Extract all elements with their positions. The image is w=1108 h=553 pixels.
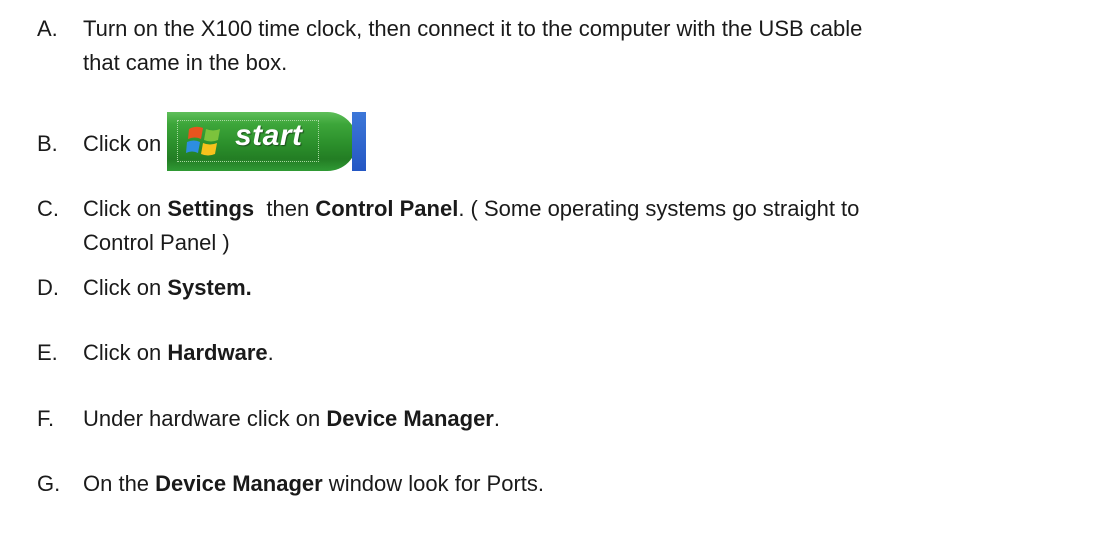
step-letter: E. <box>37 340 58 365</box>
step-d: D. Click on System. <box>37 271 1100 305</box>
step-text: then <box>254 196 316 221</box>
step-text: Click on <box>83 275 168 300</box>
step-f: F. Under hardware click on Device Manager… <box>37 402 1100 436</box>
windows-logo-icon <box>186 126 220 156</box>
step-text: Click on <box>83 196 168 221</box>
settings-term: Settings <box>167 196 255 221</box>
step-letter: C. <box>37 196 59 221</box>
start-button-label: start <box>235 119 303 152</box>
step-text-continuation: that came in the box. <box>83 50 288 75</box>
step-text-continuation: Control Panel ) <box>83 230 230 255</box>
step-a: A. Turn on the X100 time clock, then conn… <box>37 12 1100 80</box>
step-text: On the <box>83 471 156 496</box>
step-text: window look for Ports. <box>322 471 544 496</box>
step-g: G. On the Device Manager window look for … <box>37 467 1100 501</box>
step-letter: B. <box>37 131 58 156</box>
step-text: . ( Some operating systems go straight t… <box>458 196 860 221</box>
step-text: Click on <box>83 131 162 156</box>
system-term: System. <box>167 275 252 300</box>
step-c: C. Click on Settings then Control Panel. … <box>37 192 1100 260</box>
hardware-term: Hardware <box>167 340 268 365</box>
step-letter: G. <box>37 471 61 496</box>
device-manager-term: Device Manager <box>155 471 323 496</box>
step-text: Click on <box>83 340 168 365</box>
taskbar-edge <box>352 112 366 171</box>
step-e: E. Click on Hardware. <box>37 336 1100 370</box>
step-text: Turn on the X100 time clock, then connec… <box>83 16 863 41</box>
step-letter: D. <box>37 275 59 300</box>
step-letter: A. <box>37 16 58 41</box>
step-text: . <box>267 340 274 365</box>
start-button[interactable]: start <box>167 112 366 171</box>
step-text: Under hardware click on <box>83 406 327 431</box>
step-letter: F. <box>37 406 55 431</box>
control-panel-term: Control Panel <box>315 196 459 221</box>
step-text: . <box>493 406 500 431</box>
device-manager-term: Device Manager <box>326 406 494 431</box>
